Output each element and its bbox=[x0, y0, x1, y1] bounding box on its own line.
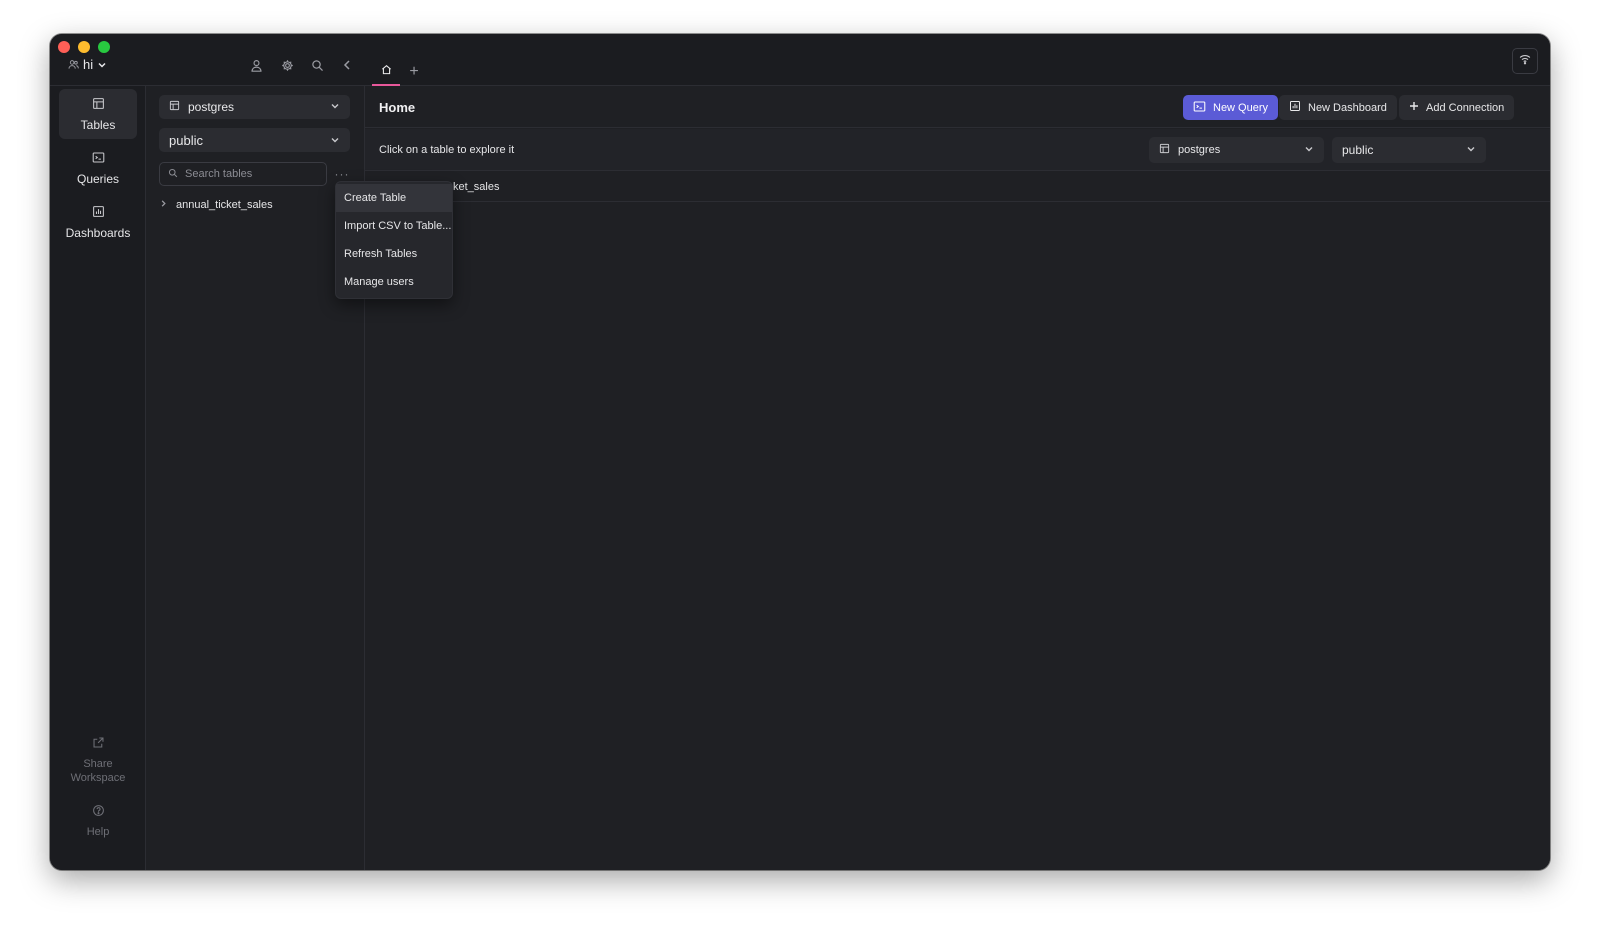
main-header: Home New Query New Dashboard Add Connect… bbox=[365, 86, 1550, 128]
terminal-icon bbox=[92, 151, 105, 167]
chevron-down-icon bbox=[97, 60, 107, 70]
share-workspace-label: Share Workspace bbox=[70, 758, 126, 784]
schema-select-value: public bbox=[169, 132, 203, 148]
new-dashboard-button[interactable]: New Dashboard bbox=[1279, 95, 1397, 120]
main-schema-select[interactable]: public bbox=[1332, 137, 1486, 163]
add-connection-label: Add Connection bbox=[1426, 101, 1505, 114]
title-bar: hi + bbox=[50, 34, 1550, 86]
database-icon bbox=[169, 100, 180, 114]
help-label: Help bbox=[86, 826, 110, 838]
table-tree-item[interactable]: annual_ticket_sales bbox=[159, 199, 273, 211]
wifi-icon bbox=[1519, 52, 1531, 70]
nav-item-dashboards[interactable]: Dashboards bbox=[59, 197, 137, 247]
more-options-button[interactable]: ··· bbox=[334, 166, 350, 182]
table-row-name: ket_sales bbox=[453, 181, 500, 193]
nav-item-label: Dashboards bbox=[65, 225, 131, 240]
main-schema-value: public bbox=[1342, 143, 1374, 157]
collapse-sidebar-icon[interactable] bbox=[338, 56, 356, 74]
chart-icon bbox=[92, 205, 105, 221]
nav-item-tables[interactable]: Tables bbox=[59, 89, 137, 139]
menu-item-import-csv[interactable]: Import CSV to Table... bbox=[336, 212, 452, 240]
app-window: hi + Tables Queries Dashboards Share Wor… bbox=[50, 34, 1550, 870]
users-icon bbox=[68, 59, 79, 70]
table-name: annual_ticket_sales bbox=[176, 199, 273, 211]
add-tab-button[interactable]: + bbox=[400, 58, 428, 86]
maximize-window-button[interactable] bbox=[98, 41, 110, 53]
nav-item-label: Tables bbox=[80, 117, 116, 132]
user-menu[interactable]: hi bbox=[68, 57, 107, 72]
explore-hint: Click on a table to explore it bbox=[379, 144, 515, 156]
table-options-menu: Create Table Import CSV to Table... Refr… bbox=[335, 181, 453, 299]
nav-item-label: Queries bbox=[76, 171, 120, 186]
help-button[interactable]: Help bbox=[59, 804, 137, 839]
menu-item-manage-users[interactable]: Manage users bbox=[336, 268, 452, 296]
user-label: hi bbox=[83, 57, 94, 72]
help-icon bbox=[92, 804, 105, 821]
add-connection-button[interactable]: Add Connection bbox=[1399, 95, 1515, 120]
home-icon bbox=[381, 62, 392, 80]
connection-select[interactable]: postgres bbox=[159, 95, 350, 119]
tab-home[interactable] bbox=[372, 58, 400, 86]
page-title: Home bbox=[379, 100, 416, 115]
search-icon[interactable] bbox=[308, 56, 326, 74]
new-query-label: New Query bbox=[1213, 101, 1269, 114]
main-connection-value: postgres bbox=[1178, 144, 1221, 156]
minimize-window-button[interactable] bbox=[78, 41, 90, 53]
schema-select[interactable]: public bbox=[159, 128, 350, 152]
chevron-down-icon bbox=[1304, 144, 1314, 157]
close-window-button[interactable] bbox=[58, 41, 70, 53]
left-navigation: Tables Queries Dashboards Share Workspac… bbox=[50, 86, 146, 870]
main-panel: Home New Query New Dashboard Add Connect… bbox=[365, 86, 1550, 870]
search-tables-input[interactable]: Search tables bbox=[159, 162, 327, 186]
external-link-icon bbox=[92, 736, 105, 753]
gear-icon[interactable] bbox=[278, 56, 296, 74]
new-dashboard-label: New Dashboard bbox=[1308, 101, 1387, 114]
new-query-button[interactable]: New Query bbox=[1183, 95, 1279, 120]
user-icon[interactable] bbox=[247, 56, 265, 74]
terminal-icon bbox=[1193, 100, 1206, 116]
plus-icon bbox=[1409, 101, 1419, 114]
table-row[interactable]: ket_sales bbox=[365, 172, 1550, 202]
chevron-down-icon bbox=[1466, 143, 1476, 157]
main-connection-select[interactable]: postgres bbox=[1149, 137, 1324, 163]
nav-item-queries[interactable]: Queries bbox=[59, 143, 137, 193]
menu-item-create-table[interactable]: Create Table bbox=[336, 184, 452, 212]
search-placeholder: Search tables bbox=[185, 168, 253, 180]
table-icon bbox=[92, 97, 105, 113]
share-workspace-button[interactable]: Share Workspace bbox=[59, 736, 137, 785]
connection-status-button[interactable] bbox=[1512, 48, 1538, 74]
chart-icon bbox=[1289, 100, 1301, 115]
chevron-down-icon bbox=[330, 100, 340, 114]
window-controls bbox=[58, 41, 110, 53]
chevron-down-icon bbox=[330, 133, 340, 148]
search-icon bbox=[168, 168, 178, 181]
explore-bar: Click on a table to explore it postgres … bbox=[365, 129, 1550, 171]
connection-select-value: postgres bbox=[188, 100, 235, 114]
chevron-right-icon[interactable] bbox=[159, 199, 168, 211]
tables-sidebar: postgres public Search tables ··· annual… bbox=[146, 86, 365, 870]
tab-bar: + bbox=[372, 58, 428, 86]
database-icon bbox=[1159, 143, 1170, 157]
menu-item-refresh-tables[interactable]: Refresh Tables bbox=[336, 240, 452, 268]
